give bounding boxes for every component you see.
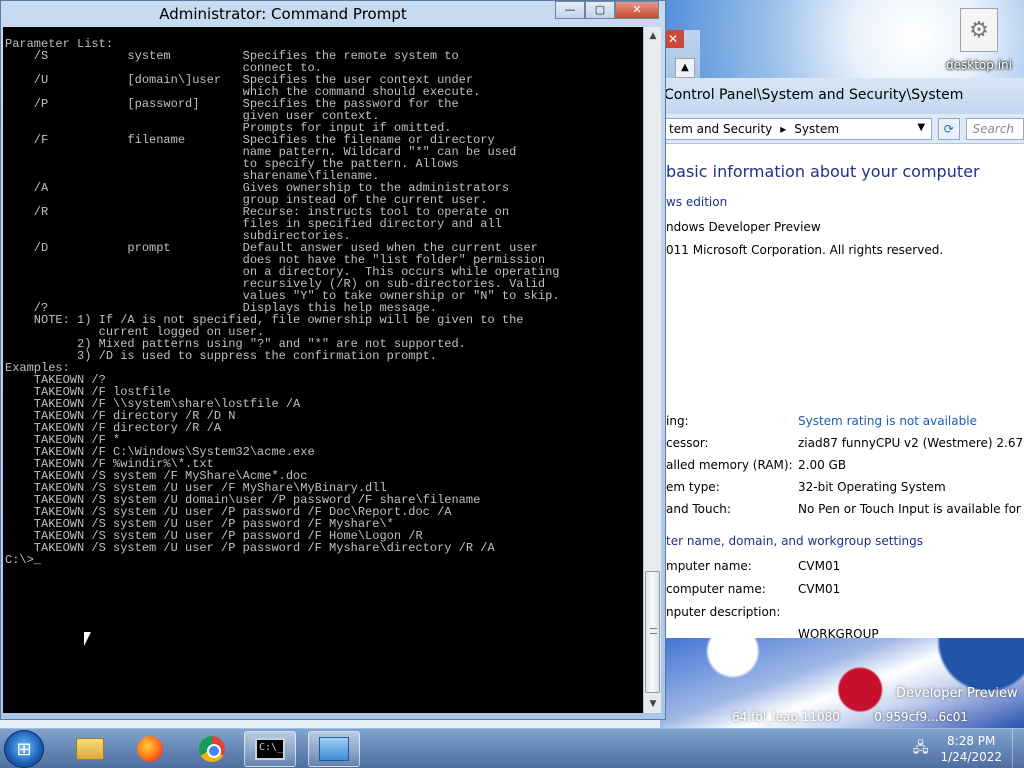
- row-value: 2.00 GB: [798, 458, 847, 472]
- edition-name: ndows Developer Preview: [666, 220, 821, 234]
- row-label: mputer name:: [666, 559, 752, 573]
- taskbar: ⊞ C:\_ 🖧 8:28 PM 1/24/2022: [0, 728, 1024, 768]
- command-prompt-window[interactable]: Administrator: Command Prompt — ▢ ✕ Para…: [0, 0, 666, 720]
- system-control-panel-icon: [319, 737, 349, 761]
- desktop-ini-file-icon[interactable]: ⚙ desktop.ini: [944, 8, 1014, 78]
- chevron-down-icon[interactable]: ▼: [917, 122, 925, 133]
- row-label: alled memory (RAM):: [666, 458, 793, 472]
- control-panel-taskbar-button[interactable]: [308, 731, 360, 767]
- row-value: No Pen or Touch Input is available for t…: [798, 502, 1024, 516]
- desktop-icon-label: desktop.ini: [946, 58, 1012, 72]
- watermark-line-1: Developer Preview: [896, 686, 1018, 701]
- minimize-button[interactable]: —: [555, 1, 585, 19]
- console-line: 3) /D is used to suppress the confirmati…: [5, 349, 438, 363]
- maximize-button[interactable]: ▢: [585, 1, 615, 19]
- scroll-up-arrow-icon[interactable]: ▲: [644, 27, 662, 45]
- page-title: basic information about your computer: [666, 162, 980, 181]
- start-button[interactable]: ⊞: [4, 730, 44, 768]
- show-desktop-button[interactable]: [1012, 729, 1024, 768]
- breadcrumb-item[interactable]: System: [794, 122, 839, 136]
- gear-file-icon: ⚙: [960, 8, 998, 52]
- scroll-down-arrow-icon[interactable]: ▼: [644, 695, 662, 713]
- console-line: TAKEOWN /S system /U user /P password /F…: [5, 541, 495, 555]
- chrome-taskbar-button[interactable]: [186, 731, 238, 767]
- row-value: CVM01: [798, 559, 841, 573]
- clock[interactable]: 8:28 PM 1/24/2022: [940, 733, 1002, 765]
- row-value: WORKGROUP: [798, 627, 879, 638]
- breadcrumb[interactable]: tem and Security ▸ System ▼: [664, 117, 933, 140]
- command-prompt-taskbar-button[interactable]: C:\_: [244, 731, 296, 767]
- system-tray: 🖧 8:28 PM 1/24/2022: [892, 729, 1012, 768]
- windows-explorer-taskbar-button[interactable]: [64, 731, 116, 767]
- console-output: Parameter List: /S system Specifies the …: [3, 27, 643, 566]
- row-value: 32-bit Operating System: [798, 480, 946, 494]
- clock-date: 1/24/2022: [940, 750, 1002, 764]
- vertical-scrollbar[interactable]: ▲ ▼: [643, 27, 661, 713]
- address-bar: tem and Security ▸ System ▼ ⟳ Search: [640, 114, 1024, 144]
- row-value: ziad87 funnyCPU v2 (Westmere) 2.67 GHz: [798, 436, 1024, 450]
- system-window-title: Control Panel\System and Security\System: [640, 78, 1024, 114]
- system-rating-link[interactable]: System rating is not available: [798, 414, 977, 428]
- copyright-text: 011 Microsoft Corporation. All rights re…: [666, 243, 944, 257]
- scrollbar-thumb[interactable]: [645, 571, 660, 693]
- folder-icon: [76, 738, 104, 760]
- row-label: computer name:: [666, 582, 766, 596]
- search-input[interactable]: Search: [965, 117, 1024, 140]
- text-cursor: _: [33, 553, 42, 567]
- section-heading-edition: ws edition: [666, 195, 728, 209]
- network-icon[interactable]: 🖧: [913, 737, 929, 761]
- system-window: Control Panel\System and Security\System…: [640, 78, 1024, 638]
- row-label: ing:: [666, 414, 689, 428]
- mouse-pointer-icon: [84, 632, 91, 646]
- window-titlebar[interactable]: Administrator: Command Prompt — ▢ ✕: [1, 1, 665, 27]
- system-content: basic information about your computer ws…: [640, 162, 1024, 257]
- window-controls: — ▢ ✕: [555, 1, 659, 19]
- watermark-line-2: 64.fbl_leap.11080 0.959cf9...6c01: [732, 710, 969, 724]
- row-label: cessor:: [666, 436, 709, 450]
- section-heading-computer: ter name, domain, and workgroup settings: [666, 534, 924, 548]
- chrome-icon: [199, 736, 225, 762]
- breadcrumb-item[interactable]: tem and Security: [669, 122, 772, 136]
- row-label: em type:: [666, 480, 720, 494]
- command-prompt-icon: C:\_: [255, 738, 285, 760]
- window-title: Administrator: Command Prompt: [159, 5, 407, 23]
- close-button[interactable]: ✕: [615, 1, 659, 19]
- row-label: nputer description:: [666, 605, 781, 619]
- row-label: and Touch:: [666, 502, 731, 516]
- command-prompt-line: C:\>_: [5, 553, 42, 567]
- chevron-right-icon: ▸: [780, 121, 787, 136]
- scroll-up-icon[interactable]: ▲: [675, 58, 695, 78]
- firefox-icon: [137, 736, 163, 762]
- clock-time: 8:28 PM: [947, 734, 996, 748]
- firefox-taskbar-button[interactable]: [124, 731, 176, 767]
- refresh-icon[interactable]: ⟳: [938, 117, 960, 140]
- row-value: CVM01: [798, 582, 841, 596]
- console-area[interactable]: Parameter List: /S system Specifies the …: [3, 27, 643, 713]
